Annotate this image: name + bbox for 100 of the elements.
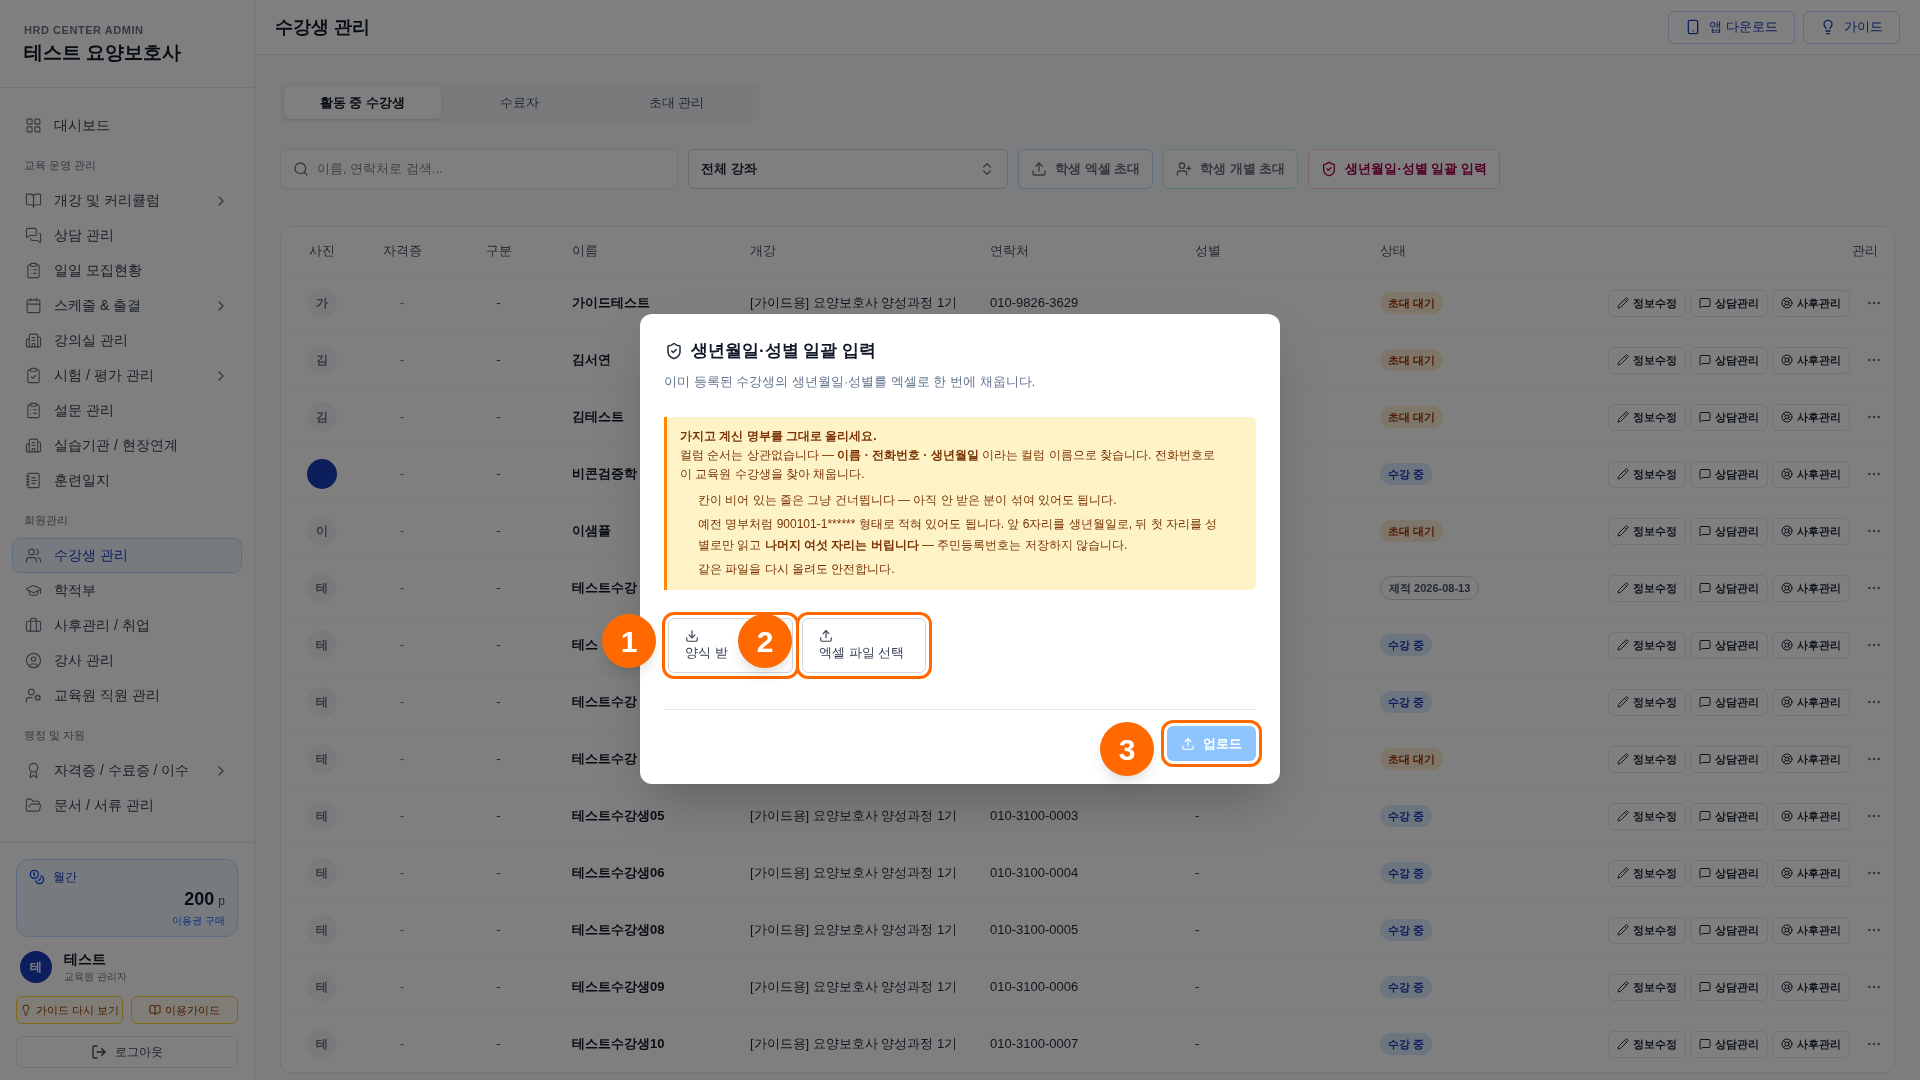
row-action-button[interactable]: 사후관리 [1772, 346, 1850, 374]
upload-icon [1181, 736, 1195, 751]
tab[interactable]: 활동 중 수강생 [284, 86, 441, 119]
logout-button[interactable]: 로그아웃 [16, 1036, 238, 1068]
speech-bubble-icon [1699, 411, 1711, 423]
row-action-button[interactable]: 상담관리 [1690, 517, 1768, 545]
row-action-button[interactable]: 상담관리 [1690, 289, 1768, 317]
table-cell: 010-3100-0004 [990, 865, 1079, 881]
sidebar-item[interactable]: 문서 / 서류 관리 [12, 788, 242, 823]
guide-button[interactable]: 가이드 다시 보기 [16, 996, 123, 1024]
row-action-button[interactable]: 상담관리 [1690, 745, 1768, 773]
speech-bubble-icon [1699, 981, 1711, 993]
row-action-button[interactable]: 상담관리 [1690, 802, 1768, 830]
sidebar-item[interactable]: 일일 모집현황 [12, 253, 242, 288]
sidebar-item[interactable]: 실습기관 / 현장연계 [12, 428, 242, 463]
pencil-icon [1617, 924, 1629, 936]
row-action-button[interactable]: 정보수정 [1608, 688, 1686, 716]
sidebar-item[interactable]: 교육원 직원 관리 [12, 678, 242, 713]
sidebar-item[interactable]: 학적부 [12, 573, 242, 608]
row-action-button[interactable]: 정보수정 [1608, 859, 1686, 887]
lifebuoy-icon [1781, 1038, 1793, 1050]
row-action-button[interactable]: 상담관리 [1690, 688, 1768, 716]
row-action-button[interactable]: 상담관리 [1690, 403, 1768, 431]
sidebar-item[interactable]: 사후관리 / 취업 [12, 608, 242, 643]
pencil-icon [1617, 639, 1629, 651]
row-action-button[interactable]: 상담관리 [1690, 973, 1768, 1001]
header-button[interactable]: 앱 다운로드 [1668, 10, 1795, 44]
row-action-button[interactable]: 사후관리 [1772, 403, 1850, 431]
row-action-button[interactable]: 정보수정 [1608, 1030, 1686, 1058]
user-role: 교육원 관리자 [64, 970, 127, 984]
row-action-button[interactable]: 정보수정 [1608, 517, 1686, 545]
toolbar-button[interactable]: 학생 개별 초대 [1163, 149, 1299, 189]
row-action-button[interactable]: 정보수정 [1608, 460, 1686, 488]
row-action-button[interactable]: 사후관리 [1772, 574, 1850, 602]
row-action-button[interactable]: 사후관리 [1772, 973, 1850, 1001]
student-name: 테스트수강생08 [572, 922, 665, 938]
header-button[interactable]: 가이드 [1803, 10, 1900, 44]
row-action-button[interactable]: 사후관리 [1772, 802, 1850, 830]
row-action-button[interactable]: 상담관리 [1690, 631, 1768, 659]
points-unit: p [218, 893, 225, 910]
row-action-button[interactable]: 사후관리 [1772, 631, 1850, 659]
status-badge: 수강 중 [1380, 975, 1433, 999]
row-action-button[interactable]: 정보수정 [1608, 916, 1686, 944]
row-action-button[interactable]: 상담관리 [1690, 346, 1768, 374]
guide-button[interactable]: 이용가이드 [131, 996, 238, 1024]
toolbar-button[interactable]: 생년월일·성별 일괄 입력 [1308, 149, 1501, 189]
avatar: 테 [307, 858, 337, 888]
building-icon [25, 437, 42, 454]
sidebar-item[interactable]: 수강생 관리 [12, 538, 242, 573]
table-cell: 010-3100-0003 [990, 808, 1079, 824]
search-field[interactable]: 이름, 연락처로 검색... [280, 149, 678, 189]
sidebar-item[interactable]: 대시보드 [12, 108, 242, 143]
row-action-button[interactable]: 상담관리 [1690, 460, 1768, 488]
search-input[interactable]: 이름, 연락처로 검색... [317, 159, 665, 179]
buy-pass-link[interactable]: 이용권 구매 [172, 913, 225, 928]
row-action-button[interactable]: 상담관리 [1690, 574, 1768, 602]
speech-bubble-icon [1699, 810, 1711, 822]
speech-bubble-icon [1699, 582, 1711, 594]
row-action-button[interactable]: 정보수정 [1608, 574, 1686, 602]
table-cell: [가이드용] 요양보호사 양성과정 1기 [750, 922, 958, 938]
row-action-button[interactable]: 사후관리 [1772, 688, 1850, 716]
row-action-button[interactable]: 사후관리 [1772, 745, 1850, 773]
row-action-button[interactable]: 사후관리 [1772, 460, 1850, 488]
sidebar-item[interactable]: 개강 및 커리큘럼 [12, 183, 242, 218]
sidebar-item[interactable]: 강사 관리 [12, 643, 242, 678]
row-action-button[interactable]: 사후관리 [1772, 859, 1850, 887]
sidebar-item[interactable]: 시험 / 평가 관리 [12, 358, 242, 393]
course-select[interactable]: 전체 강좌 [688, 149, 1008, 189]
table-cell-text: - [399, 978, 405, 997]
tab[interactable]: 수료자 [441, 86, 598, 119]
table-cell-text: - [399, 750, 405, 769]
table-cell-text: - [496, 693, 501, 712]
sidebar-item[interactable]: 자격증 / 수료증 / 이수 [12, 753, 242, 788]
row-action-button[interactable]: 정보수정 [1608, 346, 1686, 374]
row-action-button[interactable]: 상담관리 [1690, 1030, 1768, 1058]
row-action-button[interactable]: 정보수정 [1608, 973, 1686, 1001]
points-amount: 200 [184, 888, 215, 911]
row-action-button[interactable]: 정보수정 [1608, 403, 1686, 431]
row-action-button[interactable]: 사후관리 [1772, 916, 1850, 944]
sidebar-item[interactable]: 상담 관리 [12, 218, 242, 253]
row-action-button[interactable]: 정보수정 [1608, 289, 1686, 317]
row-action-button[interactable]: 상담관리 [1690, 916, 1768, 944]
row-action-button[interactable]: 정보수정 [1608, 745, 1686, 773]
sidebar-item[interactable]: 훈련일지 [12, 463, 242, 498]
row-action-button[interactable]: 정보수정 [1608, 802, 1686, 830]
status-badge: 수강 중 [1380, 462, 1433, 486]
sidebar-item[interactable]: 강의실 관리 [12, 323, 242, 358]
table-cell-text: - [496, 465, 501, 484]
table-cell-text: - [496, 864, 501, 883]
sidebar-item[interactable]: 스케줄 & 출결 [12, 288, 242, 323]
row-action-button[interactable]: 사후관리 [1772, 1030, 1850, 1058]
pencil-icon [1617, 354, 1629, 366]
row-action-button[interactable]: 사후관리 [1772, 289, 1850, 317]
tab[interactable]: 초대 관리 [598, 86, 755, 119]
row-action-button[interactable]: 상담관리 [1690, 859, 1768, 887]
row-action-button[interactable]: 정보수정 [1608, 631, 1686, 659]
row-action-button[interactable]: 사후관리 [1772, 517, 1850, 545]
student-name: 테스트수강 [572, 580, 637, 596]
sidebar-item[interactable]: 설문 관리 [12, 393, 242, 428]
toolbar-button[interactable]: 학생 엑셀 초대 [1018, 149, 1154, 189]
